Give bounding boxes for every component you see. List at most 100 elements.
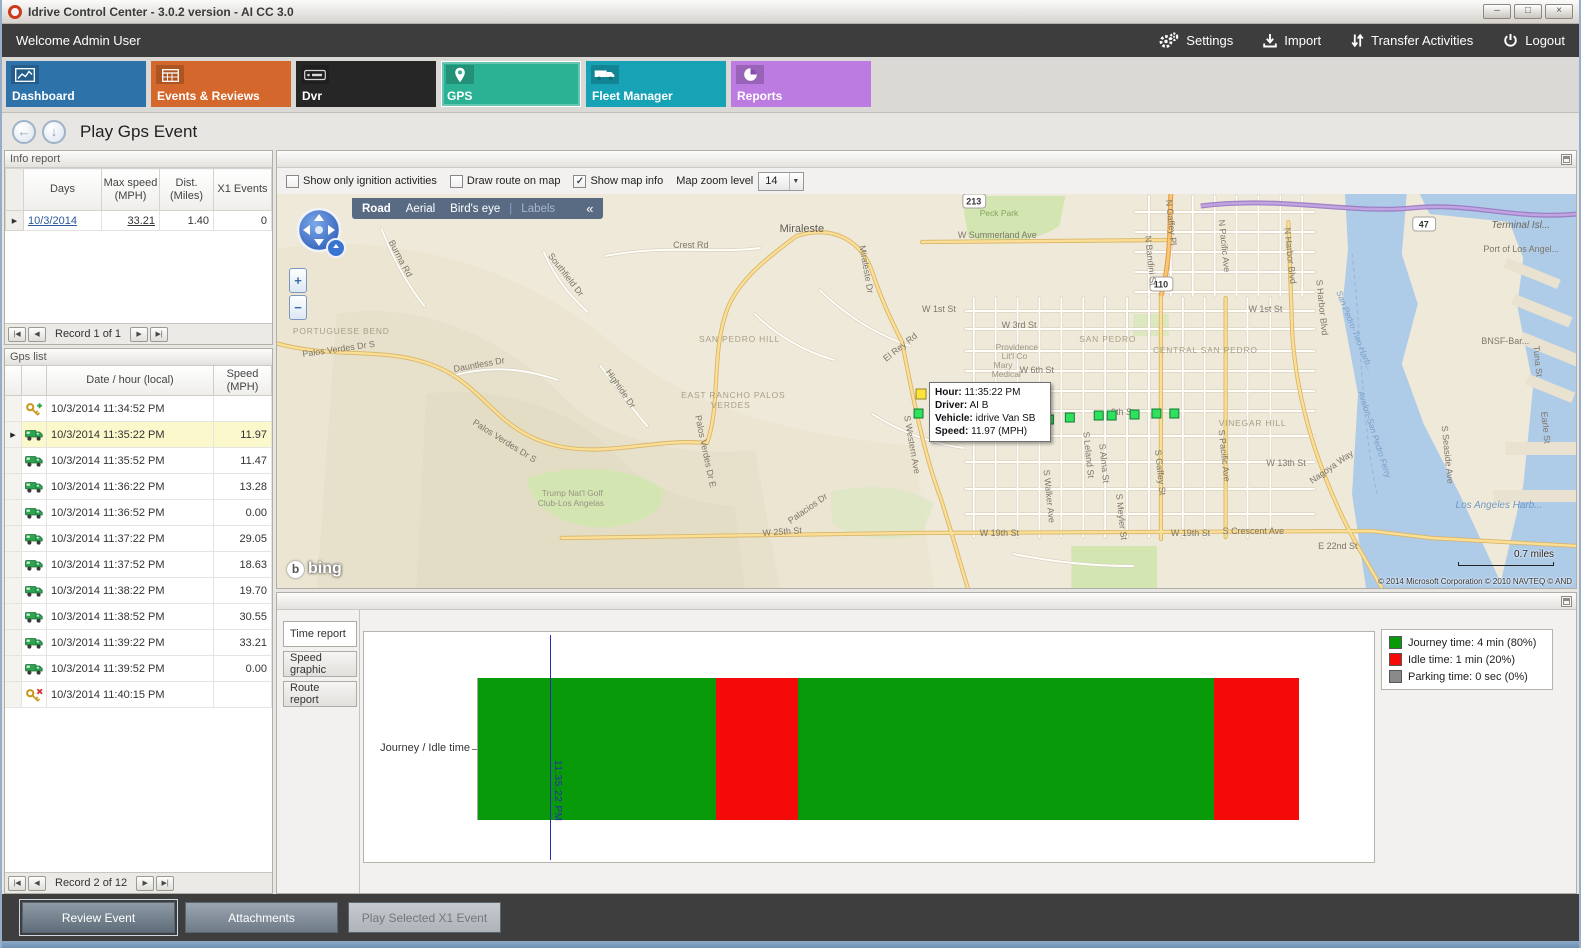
row-indicator [5,474,22,500]
gps-list-row[interactable]: 10/3/2014 11:35:52 PM11.47 [5,448,272,474]
column-header-days[interactable]: Days [24,169,102,211]
bing-logo[interactable]: b bing [287,560,342,578]
info-report-pager-prev-button[interactable]: ◀ [28,327,46,342]
nav-tab-label: Fleet Manager [592,89,673,103]
checkbox-label: Show only ignition activities [303,175,437,187]
cell-speed: 11.97 [214,422,272,448]
gps-list-row[interactable]: 10/3/2014 11:38:52 PM30.55 [5,604,272,630]
gps-list-row[interactable]: 10/3/2014 11:37:52 PM18.63 [5,552,272,578]
nav-tab-reports[interactable]: Reports [731,61,871,107]
cell-datetime: 10/3/2014 11:35:52 PM [47,448,214,474]
cell-speed [214,396,272,422]
gps-list-row[interactable]: 10/3/2014 11:38:22 PM19.70 [5,578,272,604]
cell-days[interactable]: 10/3/2014 [24,211,102,231]
gps-list-row[interactable]: 10/3/2014 11:40:15 PM [5,682,272,708]
gps-list-row[interactable]: 10/3/2014 11:34:52 PM [5,396,272,422]
gps-list-row[interactable]: 10/3/2014 11:36:22 PM13.28 [5,474,272,500]
import-label: Import [1284,33,1321,48]
tab-route-report[interactable]: Route report [283,681,357,707]
settings-button[interactable]: Settings [1158,32,1233,49]
gps-list-row[interactable]: 10/3/2014 11:39:22 PM33.21 [5,630,272,656]
nav-tabs: DashboardEvents & ReviewsDvrGPS Fleet Man… [2,57,1579,113]
cell-max-speed[interactable]: 33.21 [102,211,160,231]
chart-legend: Journey time: 4 min (80%)Idle time: 1 mi… [1381,629,1553,690]
gps-list-pager-next-button[interactable]: ▶ [136,876,154,891]
back-button[interactable]: ← [12,120,36,144]
nav-tab-gps[interactable]: GPS [441,61,581,107]
title-bar[interactable]: Idrive Control Center - 3.0.2 version - … [2,0,1579,24]
row-indicator-header [6,169,24,211]
gps-point-icon [22,552,47,578]
cell-x1-events: 0 [214,211,272,231]
attachments-button[interactable]: Attachments [185,902,338,933]
maximize-button[interactable]: □ [1514,4,1542,19]
chart-panel-header [277,593,1576,610]
gps-list-row[interactable]: 10/3/2014 11:37:22 PM29.05 [5,526,272,552]
map-style-bird-s-eye[interactable]: Bird's eye [450,203,500,215]
zoom-out-button[interactable]: − [289,295,307,320]
legend-item: Idle time: 1 min (20%) [1389,653,1545,666]
column-header-dist-miles[interactable]: Dist. (Miles) [160,169,214,211]
gps-list-pager-last-button[interactable]: ▶| [156,876,174,891]
gps-list-row[interactable]: 10/3/2014 11:36:52 PM0.00 [5,500,272,526]
map-style-labels[interactable]: Labels [521,203,555,215]
import-button[interactable]: Import [1263,33,1321,48]
info-report-table: DaysMax speed (MPH)Dist. (Miles)X1 Event… [5,168,272,323]
column-header-max-speed-mph[interactable]: Max speed (MPH) [102,169,160,211]
show-map-info-checkbox[interactable]: ✓Show map info [573,175,663,188]
tab-speed-graphic[interactable]: Speed graphic [283,651,357,677]
row-indicator-header [5,366,22,396]
cell-speed: 19.70 [214,578,272,604]
cell-datetime: 10/3/2014 11:34:52 PM [47,396,214,422]
tab-time-report[interactable]: Time report [283,621,357,647]
nav-tab-fleet-manager[interactable]: Fleet Manager [586,61,726,107]
map-zoom-level-select[interactable]: 14▼ [758,172,804,191]
nav-tab-events-reviews[interactable]: Events & Reviews [151,61,291,107]
map-collapse-button[interactable] [1561,154,1572,165]
draw-route-on-map-checkbox[interactable]: Draw route on map [450,175,561,188]
cell-speed: 0.00 [214,656,272,682]
info-report-pager-first-button[interactable]: |◀ [8,327,26,342]
gps-list-pager-first-button[interactable]: |◀ [8,876,26,891]
scroll-down-button[interactable]: ↓ [42,120,66,144]
scale-label: 0.7 miles [1458,549,1554,560]
review-event-button[interactable]: Review Event [22,902,175,933]
gps-list-pager-prev-button[interactable]: ◀ [28,876,46,891]
svg-text:Trump Nat'l Golf: Trump Nat'l Golf [542,488,604,498]
nav-tab-dvr[interactable]: Dvr [296,61,436,107]
minimize-button[interactable]: – [1483,4,1511,19]
map-menu-collapse-button[interactable]: « [586,201,593,216]
map-canvas[interactable]: 21311047Burma RdSouthfield DrCrest RdMir… [277,194,1576,588]
column-header-date-hour-local[interactable]: Date / hour (local) [47,366,214,396]
logout-button[interactable]: Logout [1503,33,1565,48]
map-style-road[interactable]: Road [362,203,391,215]
chart-collapse-button[interactable] [1561,596,1572,607]
days-link[interactable]: 10/3/2014 [28,215,77,227]
transfer-activities-button[interactable]: Transfer Activities [1351,33,1473,48]
gps-point-icon [22,656,47,682]
info-report-row[interactable]: ▶10/3/201433.211.400 [6,211,272,231]
show-only-ignition-activities-checkbox[interactable]: Show only ignition activities [286,175,437,188]
gps-list-title: Gps list [10,351,47,363]
zoom-in-button[interactable]: + [289,268,307,293]
info-report-pager-next-button[interactable]: ▶ [130,327,148,342]
svg-text:SAN PEDRO HILL: SAN PEDRO HILL [699,334,780,344]
down-arrow-icon: ↓ [51,124,58,139]
column-header-x1-events[interactable]: X1 Events [214,169,272,211]
map-style-menu: RoadAerialBird's eye|Labels« [352,198,603,219]
nav-tab-dashboard[interactable]: Dashboard [6,61,146,107]
play-selected-x1-event-button[interactable]: Play Selected X1 Event [348,902,501,933]
gps-list-row[interactable]: ▶10/3/2014 11:35:22 PM11.97 [5,422,272,448]
gps-list-row[interactable]: 10/3/2014 11:39:52 PM0.00 [5,656,272,682]
dvr-icon [301,65,329,84]
map-style-aerial[interactable]: Aerial [406,203,435,215]
compass-control[interactable] [293,204,349,262]
close-button[interactable]: × [1545,4,1573,19]
bing-b-icon: b [287,561,304,578]
max-speed-link[interactable]: 33.21 [127,215,155,227]
row-indicator [5,604,22,630]
checkbox-box-icon [450,175,463,188]
map-toolbar: Show only ignition activities Draw route … [277,168,1576,194]
column-header-speed-mph[interactable]: Speed (MPH) [214,366,272,396]
info-report-pager-last-button[interactable]: ▶| [150,327,168,342]
